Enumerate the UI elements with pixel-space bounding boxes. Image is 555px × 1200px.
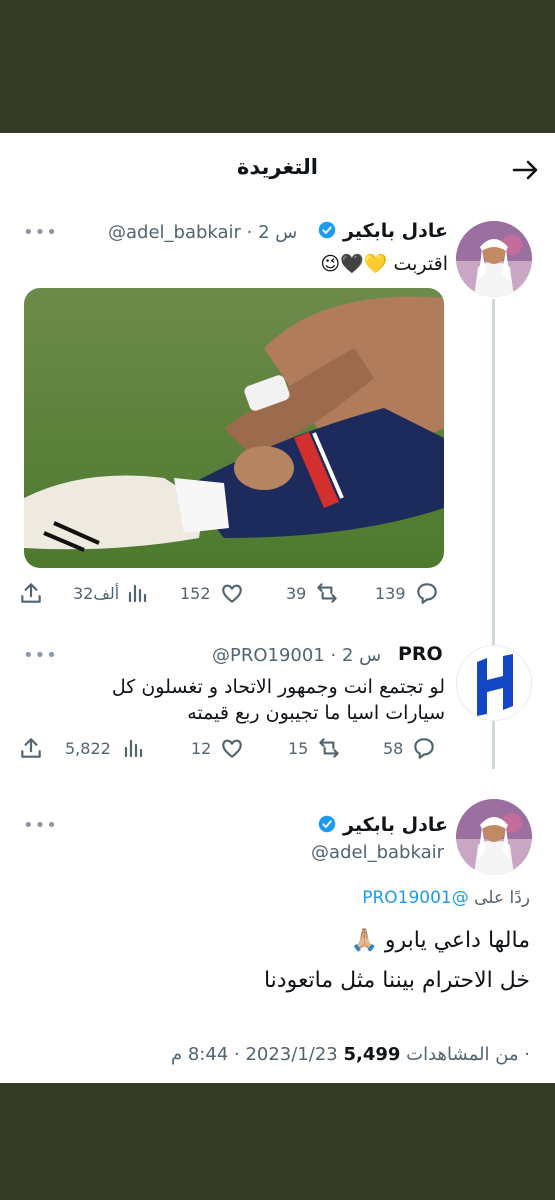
page-title: التغريدة — [237, 155, 318, 179]
like-count: 12 — [191, 738, 212, 758]
share-icon — [21, 583, 41, 603]
reply-prefix: ردًا على — [474, 888, 530, 908]
tweet-text-line-1: مالها داعي يابرو 🙏🏼 — [350, 928, 531, 953]
avatar[interactable] — [456, 221, 532, 297]
reply-icon — [414, 738, 435, 759]
share-icon — [21, 738, 41, 758]
views-icon — [124, 739, 142, 758]
verified-icon — [319, 221, 336, 239]
back-arrow-icon[interactable] — [510, 155, 540, 185]
reply-button[interactable]: 58 — [383, 733, 437, 763]
handle-time[interactable]: @PRO19001 · 2 س — [212, 645, 381, 666]
tweet-text-line-2: خل الاحترام بيننا مثل ماتعودنا — [263, 968, 530, 993]
tweet-text: اقتربت 💛🖤😉 — [320, 253, 448, 275]
tweet-actions: 32ألف 152 39 139 — [18, 578, 448, 608]
like-icon — [222, 739, 243, 758]
author-name[interactable]: PRO — [398, 643, 443, 665]
author-handle[interactable]: @adel_babkair — [311, 842, 444, 863]
retweet-icon — [319, 738, 340, 758]
retweet-count: 15 — [288, 738, 309, 758]
avatar[interactable] — [456, 799, 532, 875]
like-button[interactable]: 12 — [191, 733, 245, 763]
reply-icon — [416, 583, 437, 604]
views-count: 32ألف — [73, 583, 120, 603]
views-button[interactable]: 32ألف — [73, 578, 149, 608]
share-button[interactable] — [18, 578, 44, 608]
retweet-button[interactable]: 15 — [288, 733, 342, 763]
views-suffix: من المشاهدات — [406, 1044, 519, 1065]
views-count: 5,822 — [65, 738, 111, 758]
views-button[interactable]: 5,822 — [65, 733, 145, 763]
like-icon — [221, 584, 242, 603]
tweet-detail-panel: التغريدة ••• عادل بابكير @adel_babkair ·… — [0, 133, 555, 1083]
avatar[interactable] — [456, 645, 532, 721]
more-icon[interactable]: ••• — [23, 224, 58, 242]
handle-time[interactable]: @adel_babkair · 2 س — [108, 222, 297, 243]
like-button[interactable]: 152 — [180, 578, 245, 608]
verified-icon — [319, 815, 336, 833]
retweet-icon — [317, 583, 338, 603]
author-name[interactable]: عادل بابكير — [318, 220, 448, 242]
views-icon — [129, 584, 147, 603]
views-count: 5,499 — [343, 1044, 401, 1065]
tweet-media-image[interactable] — [24, 288, 444, 568]
retweet-count: 39 — [286, 583, 307, 603]
retweet-button[interactable]: 39 — [286, 578, 340, 608]
like-count: 152 — [180, 583, 211, 603]
tweet-meta: من المشاهدات 5,499 2023/1/23 · 8:44 م · — [0, 1044, 530, 1065]
more-icon[interactable]: ••• — [23, 647, 58, 665]
top-bar: التغريدة — [0, 133, 555, 203]
share-button[interactable] — [18, 733, 44, 763]
reply-button[interactable]: 139 — [375, 578, 440, 608]
reply-to-handle-link[interactable]: @PRO19001 — [362, 888, 469, 908]
tweet-actions: 5,822 12 15 58 — [18, 733, 448, 763]
tweet-text-line-1: لو تجتمع انت وجمهور الاتحاد و تغسلون كل — [111, 676, 445, 698]
replying-to: ردًا على @PRO19001 — [362, 888, 530, 908]
more-icon[interactable]: ••• — [23, 817, 58, 835]
reply-count: 139 — [375, 583, 406, 603]
tweet-text-line-2: سيارات اسيا ما تجيبون ربع قيمته — [187, 702, 445, 724]
reply-count: 58 — [383, 738, 404, 758]
author-name[interactable]: عادل بابكير — [318, 814, 448, 836]
